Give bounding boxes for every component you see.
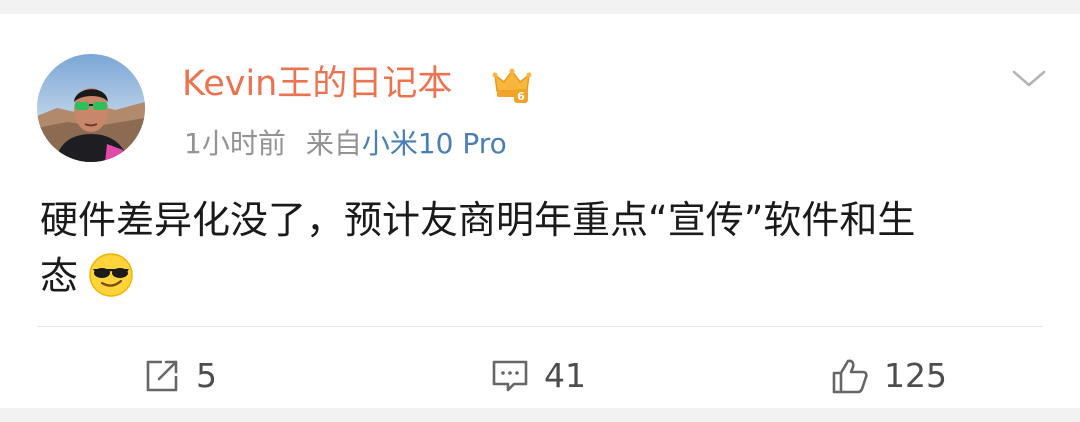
like-button[interactable]: 125 — [830, 354, 947, 398]
cool-sunglasses-emoji-icon — [88, 252, 134, 298]
source-link[interactable]: 小米10 Pro — [362, 127, 507, 160]
post-text-line-1: 硬件差异化没了，预计友商明年重点“宣传”软件和生 — [40, 198, 916, 242]
comment-button[interactable]: 41 — [490, 354, 586, 398]
repost-icon — [142, 356, 182, 396]
post-text-line-2-text: 态 — [40, 254, 79, 298]
vip-crown-icon[interactable]: 6 — [492, 65, 532, 105]
thumbs-up-icon — [830, 356, 870, 396]
post-time: 1小时前 — [184, 127, 286, 160]
post-text: 硬件差异化没了，预计友商明年重点“宣传”软件和生 态 — [40, 192, 1040, 304]
comment-icon — [490, 356, 530, 396]
like-count: 125 — [884, 356, 947, 395]
post-meta: 1小时前 来自小米10 Pro — [184, 124, 507, 164]
source-prefix: 来自 — [305, 127, 362, 160]
chevron-down-icon[interactable] — [1011, 66, 1047, 90]
repost-count: 5 — [196, 356, 217, 395]
post-text-line-2: 态 — [40, 248, 1040, 304]
username[interactable]: Kevin王的日记本 — [182, 62, 452, 106]
divider — [37, 326, 1043, 327]
comment-count: 41 — [544, 356, 586, 395]
avatar[interactable] — [37, 54, 145, 162]
post-card[interactable]: Kevin王的日记本 6 1小时前 来自小米10 Pro 硬件差异化没了，预计友商… — [0, 14, 1080, 408]
repost-button[interactable]: 5 — [142, 354, 217, 398]
svg-text:6: 6 — [517, 90, 525, 103]
